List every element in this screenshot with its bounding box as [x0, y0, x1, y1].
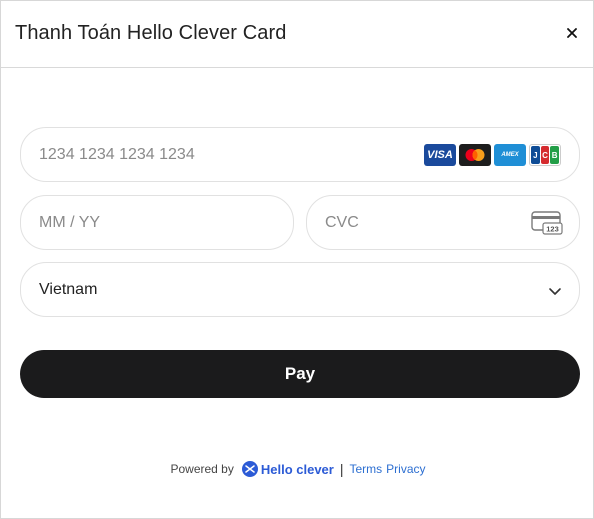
- powered-by-text: Powered by: [170, 462, 234, 476]
- amex-label: AMEX: [501, 152, 519, 158]
- chevron-down-icon: [549, 288, 561, 295]
- terms-link[interactable]: Terms: [350, 462, 383, 476]
- privacy-link[interactable]: Privacy: [386, 462, 425, 476]
- hello-clever-logo: Hello clever: [241, 461, 334, 477]
- modal-header: Thanh Toán Hello Clever Card: [1, 1, 593, 68]
- hello-clever-logo-icon: [241, 461, 258, 477]
- visa-icon: VISA: [424, 144, 456, 166]
- footer-separator: |: [339, 461, 344, 477]
- expiry-field[interactable]: [20, 195, 294, 250]
- cvc-field[interactable]: 123: [306, 195, 580, 250]
- jcb-letter-b: B: [550, 146, 560, 164]
- mastercard-icon: [459, 144, 491, 166]
- close-button[interactable]: [561, 22, 583, 44]
- pay-button[interactable]: Pay: [20, 350, 580, 398]
- cvc-card-icon: 123: [531, 211, 563, 235]
- card-number-field[interactable]: VISA AMEX J C B: [20, 127, 580, 182]
- hello-clever-brand-text: Hello clever: [260, 461, 334, 477]
- expiry-input[interactable]: [39, 196, 269, 249]
- close-icon: [567, 28, 577, 38]
- amex-icon: AMEX: [494, 144, 526, 166]
- modal-title: Thanh Toán Hello Clever Card: [15, 22, 287, 44]
- cvc-icon-text: 123: [546, 225, 559, 234]
- cvc-input[interactable]: [325, 196, 525, 249]
- jcb-icon: J C B: [529, 144, 561, 166]
- country-select[interactable]: Vietnam: [20, 262, 580, 317]
- visa-label: VISA: [427, 149, 453, 161]
- powered-by-footer: Powered by Hello clever | Terms Privacy: [1, 461, 593, 477]
- jcb-letter-j: J: [531, 146, 540, 164]
- card-number-input[interactable]: [39, 128, 419, 181]
- card-brand-list: VISA AMEX J C B: [424, 144, 561, 166]
- country-value: Vietnam: [39, 281, 98, 298]
- payment-modal: Thanh Toán Hello Clever Card VISA AMEX: [0, 0, 594, 519]
- jcb-letter-c: C: [540, 146, 550, 164]
